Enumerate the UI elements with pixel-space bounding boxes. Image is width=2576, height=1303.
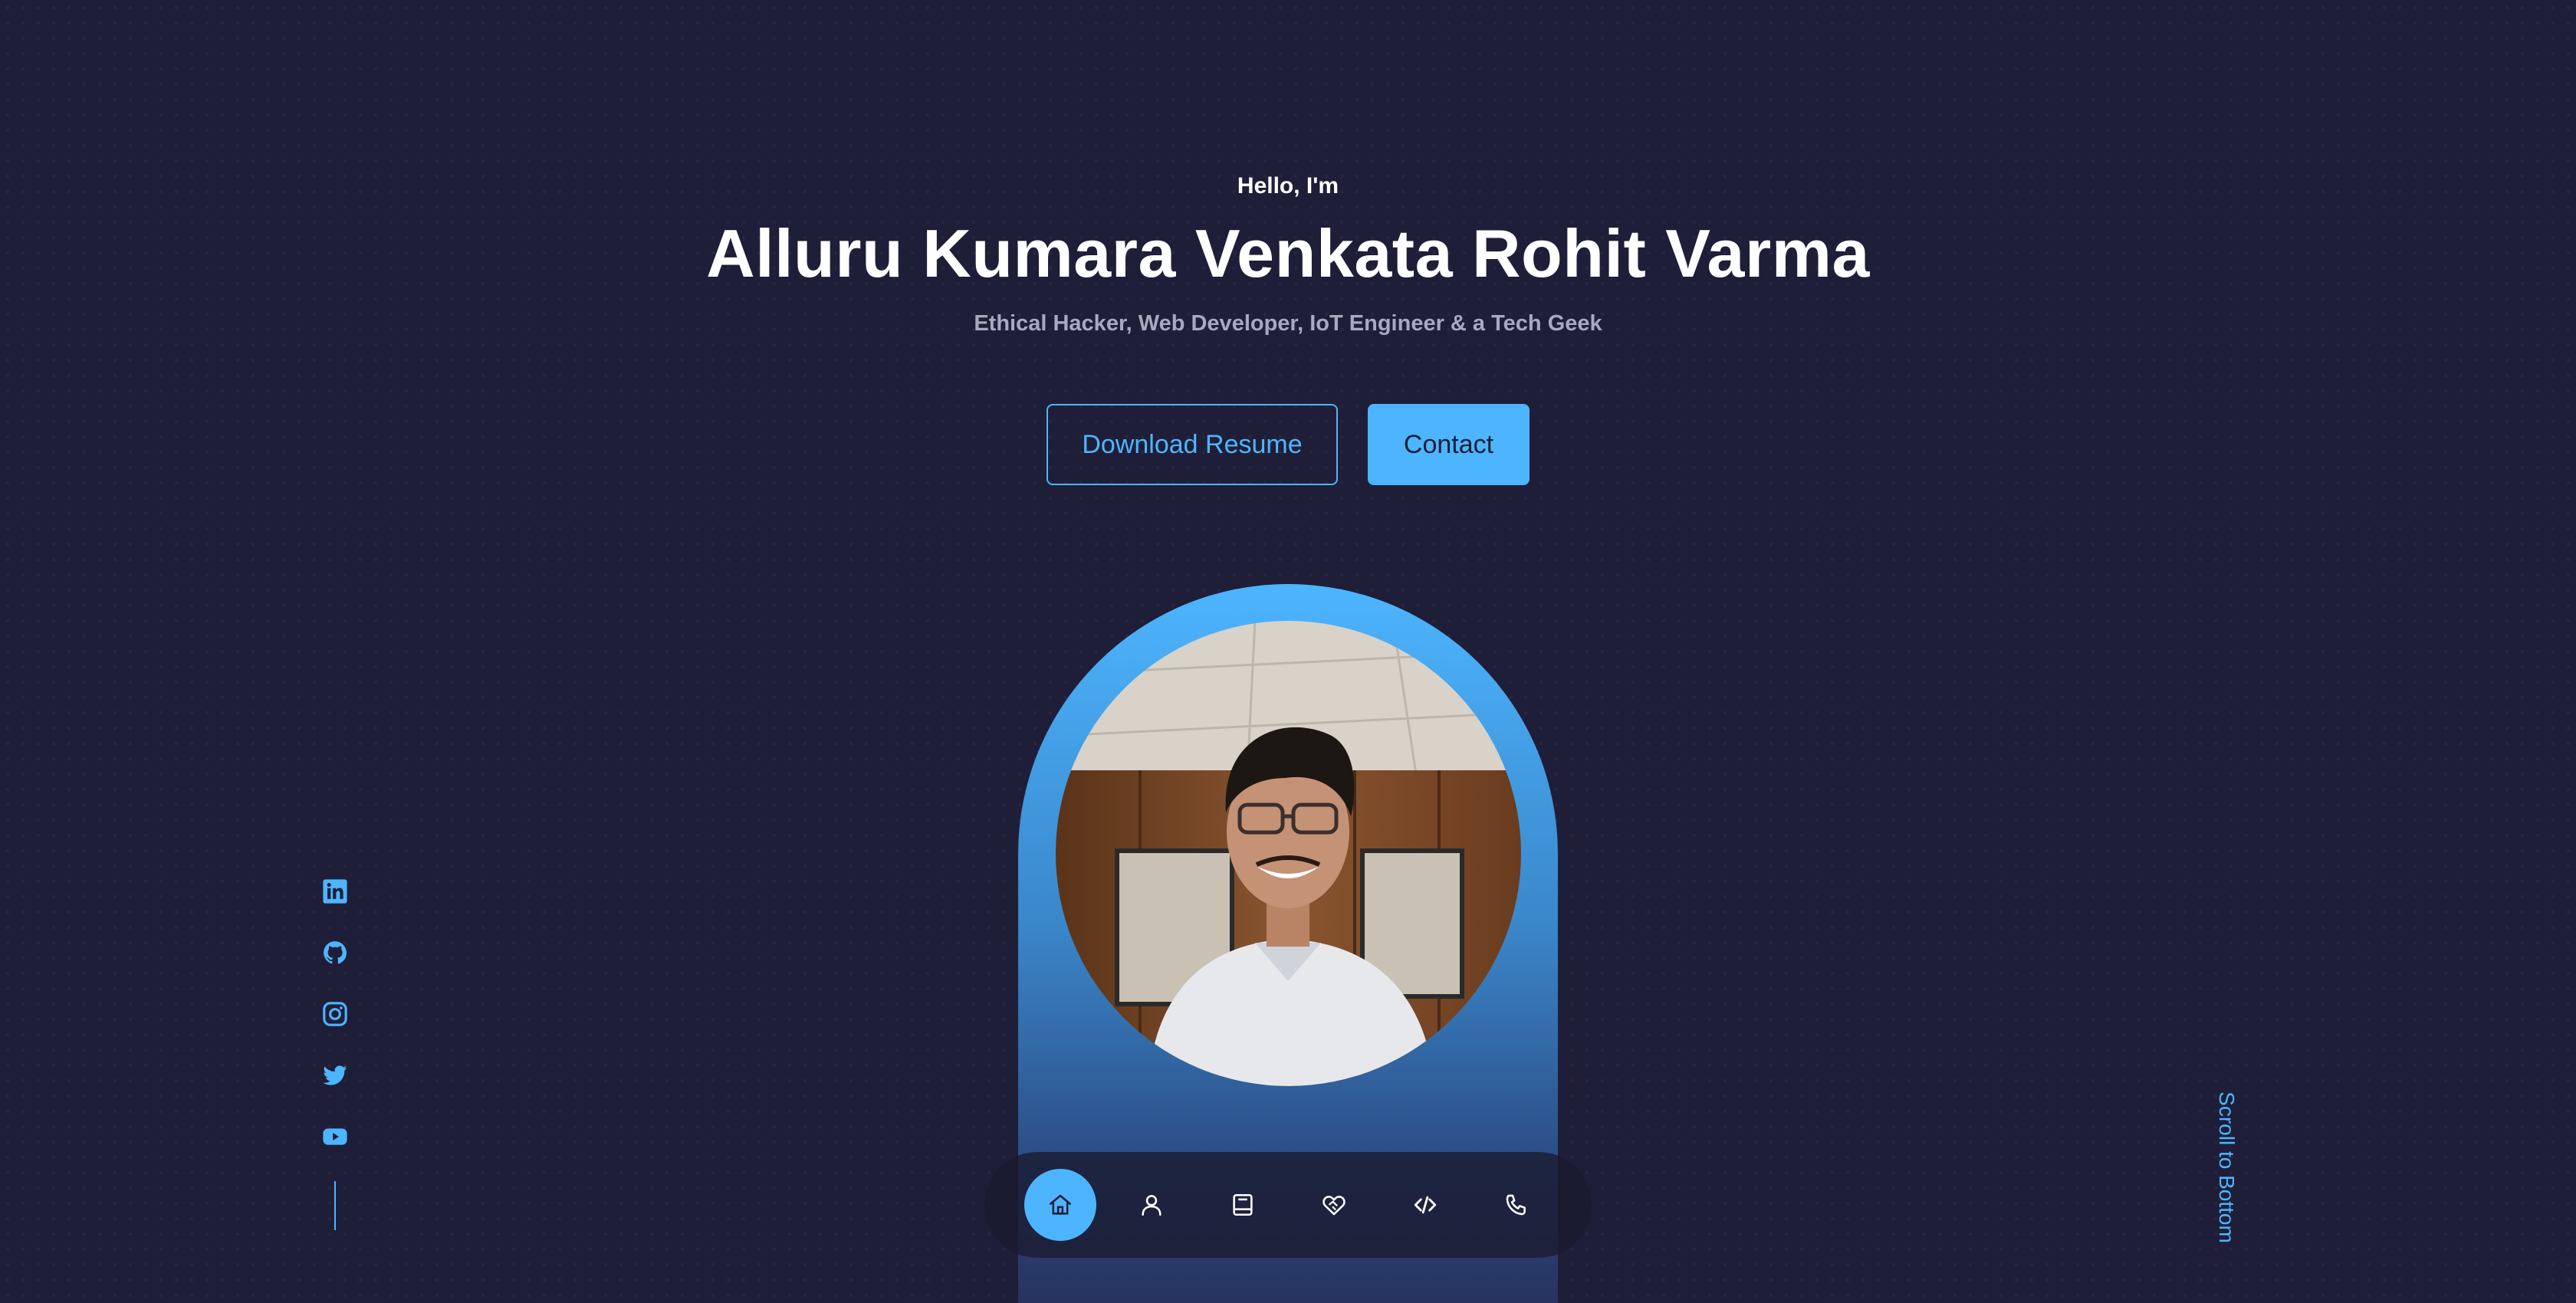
portfolio-page: Hello, I'm Alluru Kumara Venkata Rohit V… (0, 0, 2576, 1303)
nav-experience[interactable] (1207, 1169, 1279, 1241)
tagline-text: Ethical Hacker, Web Developer, IoT Engin… (974, 311, 1602, 336)
user-icon (1142, 1195, 1162, 1216)
scroll-label[interactable]: Scroll to Bottom (2214, 1091, 2239, 1243)
twitter-icon[interactable] (321, 1062, 349, 1089)
download-resume-button[interactable]: Download Resume (1046, 404, 1338, 485)
linkedin-icon[interactable] (321, 878, 349, 905)
nav-portfolio[interactable] (1389, 1169, 1461, 1241)
social-links (320, 878, 350, 1230)
nav-contact[interactable] (1480, 1169, 1552, 1241)
code-icon (1414, 1196, 1437, 1214)
github-icon[interactable] (321, 939, 349, 967)
scroll-to-bottom-link[interactable]: Scroll to Bottom (2203, 1079, 2249, 1255)
handshake-icon (1322, 1196, 1346, 1216)
greeting-text: Hello, I'm (1237, 173, 1339, 199)
youtube-icon[interactable] (321, 1123, 349, 1150)
profile-photo (1056, 621, 1521, 1086)
bottom-navigation (984, 1152, 1592, 1258)
instagram-icon[interactable] (321, 1000, 349, 1028)
contact-button[interactable]: Contact (1368, 404, 1530, 485)
page-title: Alluru Kumara Venkata Rohit Varma (706, 215, 1870, 291)
nav-about[interactable] (1116, 1169, 1188, 1241)
home-icon (1049, 1194, 1072, 1215)
phone-icon (1506, 1194, 1526, 1216)
book-icon (1233, 1193, 1253, 1216)
nav-home[interactable] (1024, 1169, 1096, 1241)
nav-services[interactable] (1298, 1169, 1370, 1241)
social-divider-line (334, 1181, 336, 1230)
